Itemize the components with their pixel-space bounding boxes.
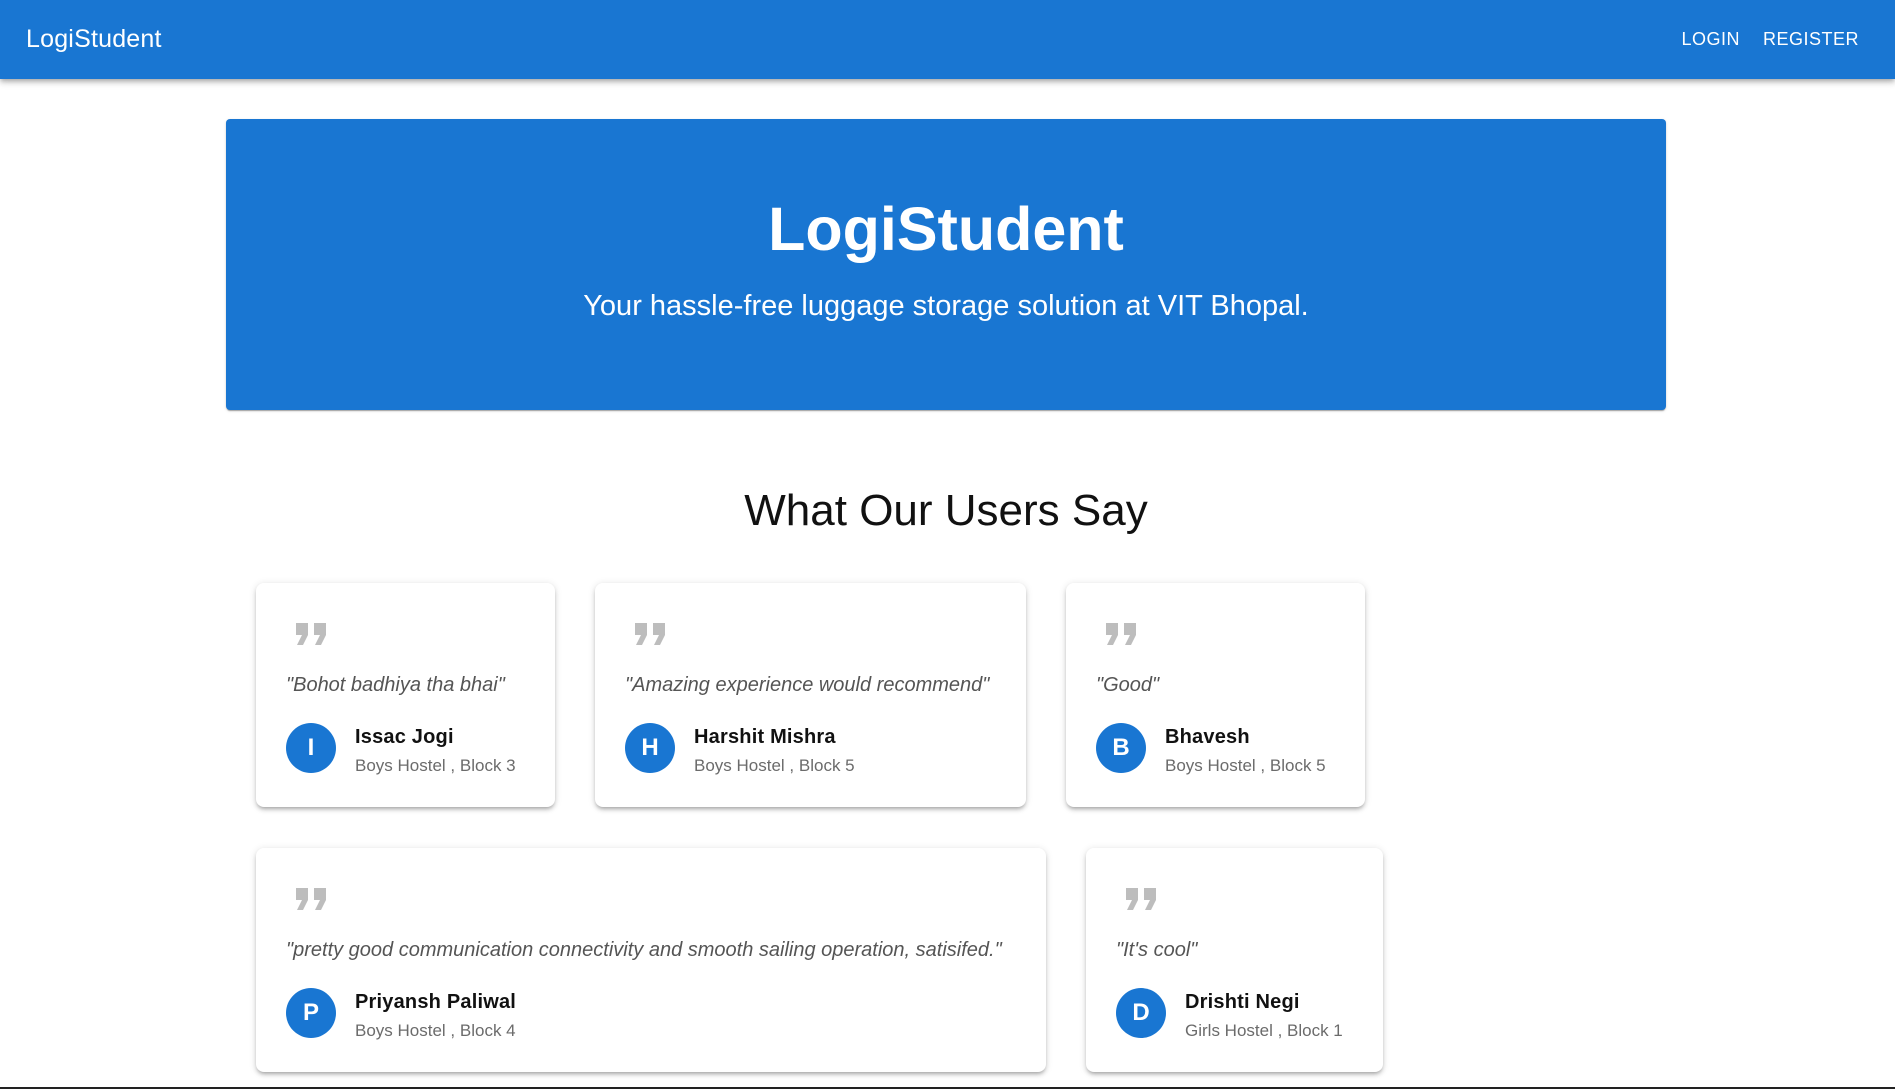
testimonial-card: "pretty good communication connectivity … bbox=[256, 848, 1046, 1072]
app-bar: LogiStudent LOGIN REGISTER bbox=[0, 0, 1895, 79]
avatar: D bbox=[1116, 988, 1166, 1038]
testimonial-card: "Bohot badhiya tha bhai" I Issac Jogi Bo… bbox=[256, 583, 555, 807]
format-quote-icon bbox=[635, 623, 665, 645]
avatar: I bbox=[286, 723, 336, 773]
avatar: B bbox=[1096, 723, 1146, 773]
testimonials-heading: What Our Users Say bbox=[744, 486, 1148, 535]
avatar: H bbox=[625, 723, 675, 773]
testimonial-card: "Good" B Bhavesh Boys Hostel , Block 5 bbox=[1066, 583, 1365, 807]
testimonial-quote: "Amazing experience would recommend" bbox=[625, 674, 990, 696]
format-quote-icon bbox=[1106, 623, 1136, 645]
author-location: Boys Hostel , Block 4 bbox=[355, 1021, 516, 1040]
author-location: Boys Hostel , Block 5 bbox=[1165, 756, 1326, 775]
testimonial-quote: "Good" bbox=[1096, 674, 1160, 696]
testimonial-quote: "Bohot badhiya tha bhai" bbox=[286, 674, 505, 696]
register-button[interactable]: REGISTER bbox=[1753, 21, 1869, 58]
author-name: Priyansh Paliwal bbox=[355, 991, 517, 1013]
author-name: Drishti Negi bbox=[1185, 991, 1300, 1013]
hero-subtitle: Your hassle-free luggage storage solutio… bbox=[583, 290, 1309, 322]
author-location: Boys Hostel , Block 5 bbox=[694, 756, 855, 775]
hero-title: LogiStudent bbox=[768, 195, 1124, 263]
brand-title[interactable]: LogiStudent bbox=[26, 25, 1668, 54]
format-quote-icon bbox=[1126, 888, 1156, 910]
author-name: Issac Jogi bbox=[355, 726, 454, 748]
author-name: Harshit Mishra bbox=[694, 726, 836, 748]
author-location: Girls Hostel , Block 1 bbox=[1185, 1021, 1343, 1040]
testimonial-quote: "pretty good communication connectivity … bbox=[286, 939, 1002, 961]
testimonial-quote: "It's cool" bbox=[1116, 939, 1198, 961]
testimonial-card: "Amazing experience would recommend" H H… bbox=[595, 583, 1026, 807]
format-quote-icon bbox=[296, 888, 326, 910]
testimonial-card: "It's cool" D Drishti Negi Girls Hostel … bbox=[1086, 848, 1383, 1072]
hero-banner: LogiStudent Your hassle-free luggage sto… bbox=[226, 119, 1666, 410]
login-button[interactable]: LOGIN bbox=[1671, 21, 1750, 58]
author-location: Boys Hostel , Block 3 bbox=[355, 756, 516, 775]
author-name: Bhavesh bbox=[1165, 726, 1250, 748]
format-quote-icon bbox=[296, 623, 326, 645]
avatar: P bbox=[286, 988, 336, 1038]
